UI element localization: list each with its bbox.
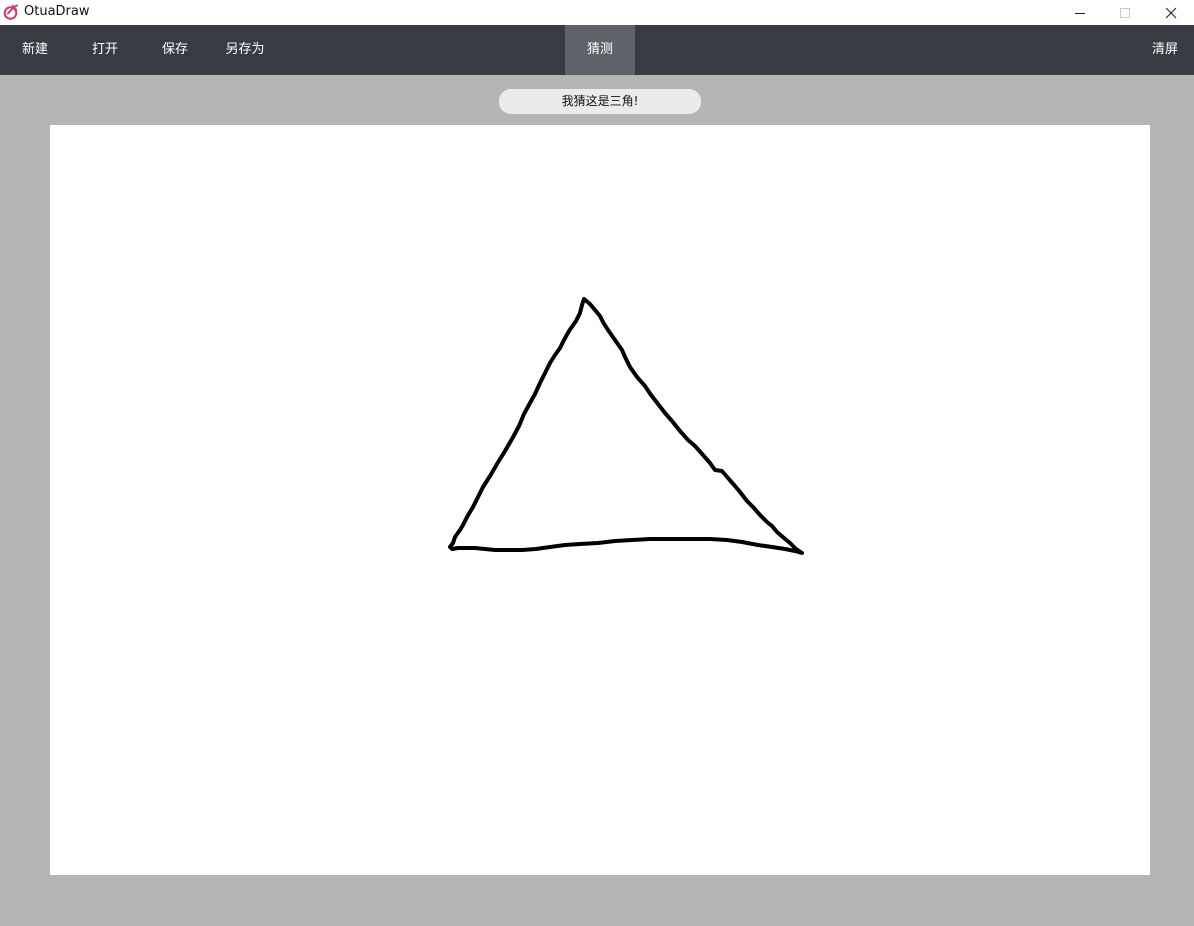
maximize-button[interactable] bbox=[1102, 0, 1147, 25]
close-icon bbox=[1165, 7, 1176, 18]
clear-button[interactable]: 清屏 bbox=[1145, 25, 1185, 75]
guess-result-label: 我猜这是三角! bbox=[499, 89, 701, 114]
close-button[interactable] bbox=[1148, 0, 1193, 25]
otuadraw-logo-icon bbox=[3, 4, 18, 20]
save-button[interactable]: 保存 bbox=[150, 25, 200, 75]
minimize-icon bbox=[1074, 12, 1085, 14]
drawing-layer bbox=[448, 297, 804, 555]
guess-button[interactable]: 猜测 bbox=[565, 25, 635, 75]
minimize-button[interactable] bbox=[1057, 0, 1102, 25]
title-bar: OtuaDraw bbox=[0, 0, 1194, 25]
open-button[interactable]: 打开 bbox=[80, 25, 130, 75]
drawn-triangle-stroke bbox=[448, 297, 804, 555]
window-title: OtuaDraw bbox=[24, 4, 90, 19]
drawing-canvas[interactable] bbox=[50, 125, 1150, 875]
maximize-icon bbox=[1119, 7, 1130, 18]
new-button[interactable]: 新建 bbox=[10, 25, 60, 75]
save-as-button[interactable]: 另存为 bbox=[220, 25, 270, 75]
menu-bar: 新建 打开 保存 另存为 猜测 清屏 bbox=[0, 25, 1194, 75]
